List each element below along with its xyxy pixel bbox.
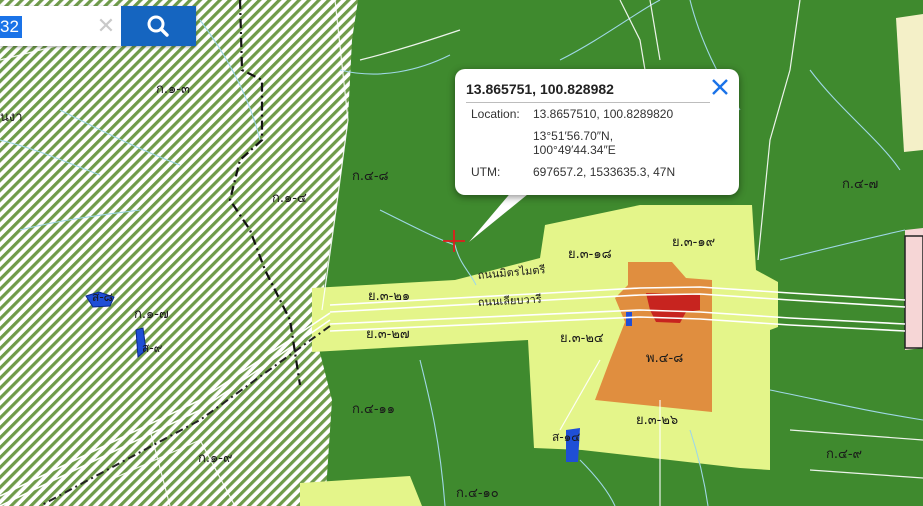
label-k-4-8: ก.๔-๘ xyxy=(352,169,389,184)
search-icon xyxy=(147,15,169,37)
label-s-9: ส-๙ xyxy=(142,341,163,355)
label-p-4-8: พ.๔-๘ xyxy=(646,351,683,366)
search-button[interactable] xyxy=(121,6,196,46)
label-y-3-21: ย.๓-๒๑ xyxy=(368,289,410,304)
label-k-4-7: ก.๔-๗ xyxy=(842,177,878,192)
popup-tail xyxy=(469,190,533,242)
search-bar: 32 ✕ xyxy=(0,6,196,46)
label-k-4-9: ก.๔-๙ xyxy=(826,447,862,462)
label-k-1-9: ก.๑-๙ xyxy=(198,451,232,466)
dms-latitude: 13°51′56.70″N, xyxy=(533,129,614,143)
label-k-4-10: ก.๔-๑๐ xyxy=(456,486,499,501)
label-k-1-4: ก.๑-๔ xyxy=(272,191,307,206)
utm-value: 697657.2, 1533635.3, 47N xyxy=(533,165,676,179)
label-y-3-26: ย.๓-๒๖ xyxy=(636,413,678,428)
label-y-3-27: ย.๓-๒๗ xyxy=(366,327,410,342)
utm-label: UTM: xyxy=(471,165,501,179)
water-body-4 xyxy=(626,312,632,326)
label-partial-left: นงา xyxy=(0,110,23,125)
location-value: 13.8657510, 100.8289820 xyxy=(533,107,674,121)
popup-close-button[interactable] xyxy=(708,75,732,99)
label-s-14: ส-๑๔ xyxy=(552,430,580,444)
popup-title: 13.865751, 100.828982 xyxy=(466,81,614,97)
dms-longitude: 100°49′44.34″E xyxy=(533,143,616,157)
conservation-hatched-zone xyxy=(0,0,358,506)
pink-zone-right xyxy=(905,228,923,350)
label-y-3-19: ย.๓-๑๙ xyxy=(672,235,715,250)
close-icon xyxy=(712,79,728,95)
coordinate-popup: 13.865751, 100.828982 Location: 13.86575… xyxy=(455,69,739,195)
label-k-4-11: ก.๔-๑๑ xyxy=(352,402,395,417)
close-icon[interactable]: ✕ xyxy=(94,14,118,38)
label-k-1-7: ก.๑-๗ xyxy=(134,307,169,322)
popup-divider xyxy=(466,102,710,103)
location-label: Location: xyxy=(471,107,520,121)
search-input[interactable]: 32 xyxy=(0,16,22,38)
label-s-8: ส-๘ xyxy=(92,290,113,304)
label-y-3-18: ย.๓-๑๘ xyxy=(568,247,612,262)
label-k-1-3: ก.๑-๓ xyxy=(156,82,190,97)
label-y-3-24: ย.๓-๒๔ xyxy=(560,331,604,346)
